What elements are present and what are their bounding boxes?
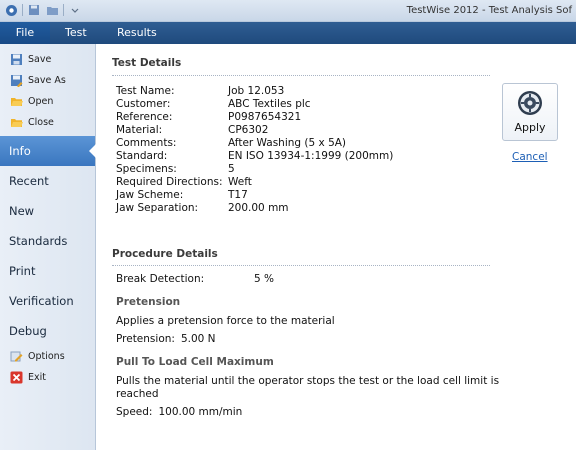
detail-value: After Washing (5 x 5A) — [228, 137, 347, 149]
detail-label: Test Name: — [116, 85, 175, 97]
detail-row: Comments: After Washing (5 x 5A) — [116, 137, 346, 150]
sidebar-item-debug[interactable]: Debug — [0, 316, 95, 346]
sidebar-item-new[interactable]: New — [0, 196, 95, 226]
sidebar-item-label: Close — [28, 117, 54, 128]
speed-row: Speed: 100.00 mm/min — [116, 406, 242, 419]
section-divider — [112, 265, 490, 266]
detail-row: Test Name: Job 12.053 — [116, 85, 284, 98]
sidebar-item-close[interactable]: Close — [0, 112, 95, 133]
detail-row: Jaw Separation: 200.00 mm — [116, 202, 289, 215]
open-folder-icon — [10, 95, 23, 108]
detail-row: Standard: EN ISO 13934-1:1999 (200mm) — [116, 150, 393, 163]
detail-row: Required Directions: Weft — [116, 176, 252, 189]
toolbar-separator — [63, 4, 64, 16]
detail-value: 5 % — [254, 273, 274, 285]
detail-value: 100.00 mm/min — [158, 406, 243, 418]
app-logo-icon[interactable] — [4, 3, 18, 17]
detail-label: Customer: — [116, 98, 171, 110]
window-title: TestWise 2012 - Test Analysis Sof — [406, 5, 572, 16]
tab-test[interactable]: Test — [55, 22, 97, 44]
detail-label: Jaw Separation: — [116, 202, 199, 214]
detail-label: Speed: — [116, 406, 153, 418]
detail-value: EN ISO 13934-1:1999 (200mm) — [228, 150, 394, 162]
pretension-heading: Pretension — [116, 296, 181, 308]
detail-row: Customer: ABC Textiles plc — [116, 98, 311, 111]
active-indicator-arrow — [89, 144, 96, 158]
tab-file[interactable]: File — [0, 22, 50, 44]
save-icon[interactable] — [27, 3, 41, 17]
detail-label: Standard: — [116, 150, 168, 162]
detail-label: Jaw Scheme: — [116, 189, 184, 201]
sidebar-item-info[interactable]: Info — [0, 136, 96, 166]
options-pencil-icon — [10, 350, 23, 363]
sidebar-item-open[interactable]: Open — [0, 91, 95, 112]
sidebar-item-standards[interactable]: Standards — [0, 226, 95, 256]
detail-row: Reference: P0987654321 — [116, 111, 301, 124]
sidebar-item-label: Options — [28, 351, 65, 362]
detail-label: Reference: — [116, 111, 173, 123]
detail-label: Comments: — [116, 137, 177, 149]
detail-label: Material: — [116, 124, 163, 136]
sidebar-item-recent[interactable]: Recent — [0, 166, 95, 196]
detail-label: Specimens: — [116, 163, 177, 175]
sidebar-item-label: Save — [28, 54, 52, 65]
tab-results[interactable]: Results — [107, 22, 167, 44]
detail-value: CP6302 — [228, 124, 269, 136]
apply-gear-icon — [517, 90, 543, 119]
sidebar-item-label: Info — [9, 144, 31, 158]
pretension-row: Pretension: 5.00 N — [116, 333, 216, 346]
sidebar-item-verification[interactable]: Verification — [0, 286, 95, 316]
pretension-description: Applies a pretension force to the materi… — [116, 315, 335, 327]
detail-value: ABC Textiles plc — [228, 98, 311, 110]
procedure-details-heading: Procedure Details — [112, 248, 218, 260]
detail-row: Specimens: 5 — [116, 163, 235, 176]
pull-description-line: reached — [116, 388, 159, 400]
sidebar-item-label: Save As — [28, 75, 66, 86]
ribbon-tab-bar: File Test Results — [0, 22, 576, 44]
detail-value: P0987654321 — [228, 111, 302, 123]
info-panel: Test Details Test Name: Job 12.053 Custo… — [96, 44, 576, 450]
backstage-sidebar: Save Save As Open Close Info Recent New … — [0, 44, 96, 450]
test-details-heading: Test Details — [112, 57, 182, 69]
detail-row: Material: CP6302 — [116, 124, 268, 137]
pull-description-line: Pulls the material until the operator st… — [116, 375, 500, 387]
quick-access-toolbar — [4, 3, 82, 17]
detail-value: 5.00 N — [180, 333, 216, 345]
detail-value: 5 — [228, 163, 235, 175]
detail-value: 200.00 mm — [228, 202, 289, 214]
close-folder-icon — [10, 116, 23, 129]
title-bar: TestWise 2012 - Test Analysis Sof — [0, 0, 576, 22]
customize-chevron-down-icon[interactable] — [68, 3, 82, 17]
pull-to-load-cell-heading: Pull To Load Cell Maximum — [116, 356, 274, 368]
sidebar-item-label: Open — [28, 96, 54, 107]
sidebar-item-save-as[interactable]: Save As — [0, 70, 95, 91]
detail-value: Job 12.053 — [228, 85, 285, 97]
detail-value: T17 — [228, 189, 248, 201]
sidebar-item-options[interactable]: Options — [0, 346, 95, 367]
save-as-icon — [10, 74, 23, 88]
apply-button[interactable]: Apply — [502, 83, 558, 141]
toolbar-separator — [22, 4, 23, 16]
break-detection-row: Break Detection: 5 % — [116, 273, 274, 286]
open-icon[interactable] — [45, 3, 59, 17]
detail-value: Weft — [228, 176, 252, 188]
detail-label: Pretension: — [116, 333, 175, 345]
sidebar-item-exit[interactable]: Exit — [0, 367, 95, 388]
detail-row: Jaw Scheme: T17 — [116, 189, 248, 202]
section-divider — [112, 75, 490, 76]
sidebar-item-save[interactable]: Save — [0, 49, 95, 70]
sidebar-item-label: Exit — [28, 372, 46, 383]
detail-label: Required Directions: — [116, 176, 223, 188]
apply-button-label: Apply — [514, 121, 546, 134]
cancel-link[interactable]: Cancel — [512, 151, 548, 163]
detail-label: Break Detection: — [116, 273, 205, 285]
sidebar-item-print[interactable]: Print — [0, 256, 95, 286]
exit-icon — [10, 371, 23, 384]
save-icon — [10, 53, 23, 66]
